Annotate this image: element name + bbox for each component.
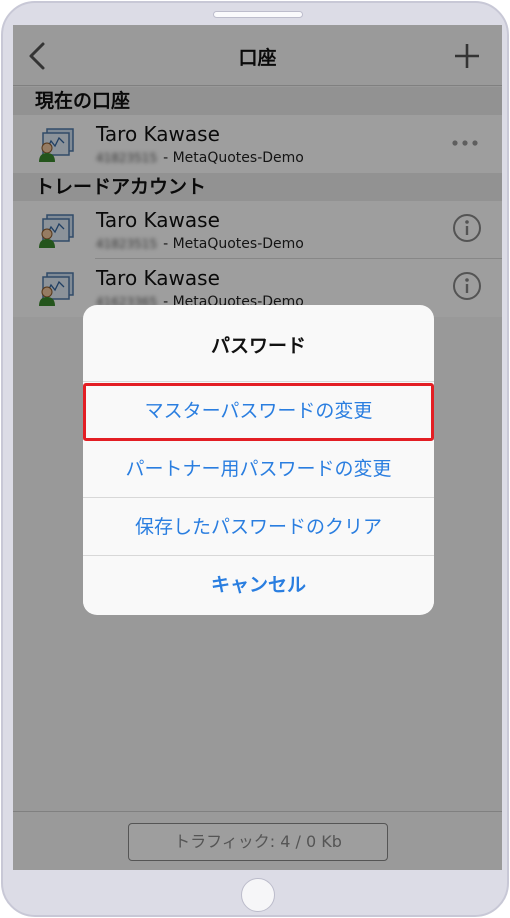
clear-saved-password-button[interactable]: 保存したパスワードのクリア — [83, 497, 434, 555]
change-investor-password-button[interactable]: パートナー用パスワードの変更 — [83, 439, 434, 497]
cancel-button[interactable]: キャンセル — [83, 555, 434, 613]
action-sheet-title: パスワード — [210, 335, 306, 357]
home-button[interactable] — [241, 878, 275, 912]
password-action-sheet: パスワード マスターパスワードの変更 パートナー用パスワードの変更 保存したパス… — [83, 305, 434, 615]
phone-frame: 口座 現在の口座 Taro Kawase 41823515- MetaQuote… — [1, 1, 509, 917]
screen: 口座 現在の口座 Taro Kawase 41823515- MetaQuote… — [13, 25, 502, 870]
speaker-grille — [213, 11, 303, 18]
change-master-password-button[interactable]: マスターパスワードの変更 — [83, 381, 434, 439]
